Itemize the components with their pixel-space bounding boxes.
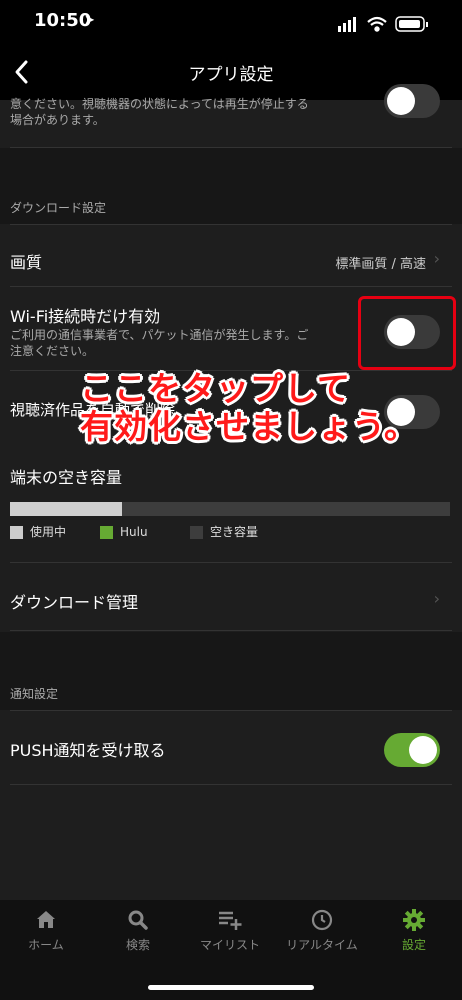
tab-label: マイリスト	[199, 938, 260, 952]
tab-home[interactable]: ホーム	[0, 908, 92, 953]
settings-content[interactable]: 意ください。視聴機器の状態によっては再生が停止する 場合があります。 ダウンロー…	[0, 84, 462, 900]
status-bar: 10:50 ➤	[0, 0, 462, 46]
status-icons	[332, 14, 442, 34]
battery-icon	[395, 16, 428, 32]
page-title: アプリ設定	[188, 65, 274, 85]
status-time: 10:50	[34, 10, 92, 31]
legend-label: 空き容量	[210, 525, 259, 539]
home-indicator	[148, 985, 314, 990]
storage-bar	[10, 502, 450, 516]
setting-row-download-manage[interactable]: ダウンロード管理 ›	[0, 563, 462, 631]
legend-label: 使用中	[30, 525, 67, 539]
legend-label: Hulu	[120, 525, 148, 539]
push-toggle[interactable]	[384, 733, 440, 767]
tab-label: リアルタイム	[286, 938, 358, 952]
setting-label: Wi-Fi接続時だけ有効	[10, 307, 161, 326]
setting-desc-line: 意ください。視聴機器の状態によっては再生が停止する	[10, 97, 309, 111]
tab-search[interactable]: 検索	[92, 908, 184, 953]
setting-row-quality[interactable]: 画質 標準画質 / 高速 ›	[0, 225, 462, 287]
home-icon	[0, 908, 92, 934]
setting-label: ダウンロード管理	[10, 593, 139, 612]
chevron-right-icon: ›	[433, 589, 440, 608]
setting-desc-line: 注意ください。	[10, 344, 95, 358]
tab-label: 設定	[401, 938, 426, 952]
setting-label: 画質	[10, 253, 43, 272]
section-header-notify: 通知設定	[0, 632, 462, 710]
setting-desc-line: ご利用の通信事業者で、パケット通信が発生します。ご	[10, 328, 309, 342]
setting-desc-line: 場合があります。	[10, 113, 105, 127]
setting-label: PUSH通知を受け取る	[10, 741, 166, 760]
annotation-line: 有効化させましょう。	[80, 407, 419, 446]
storage-label: 端末の空き容量	[10, 468, 123, 487]
gear-icon	[368, 908, 460, 934]
tab-settings[interactable]: 設定	[368, 908, 460, 953]
signal-icon	[338, 17, 356, 32]
tab-label: ホーム	[28, 938, 64, 952]
tab-realtime[interactable]: リアルタイム	[276, 908, 368, 953]
legend-swatch	[190, 526, 203, 539]
legend-swatch	[100, 526, 113, 539]
setting-row-push: PUSH通知を受け取る	[0, 711, 462, 785]
storage-used-fill	[10, 502, 123, 516]
setting-row-previous: 意ください。視聴機器の状態によっては再生が停止する 場合があります。	[0, 84, 462, 148]
storage-legend: 使用中 Hulu 空き容量	[10, 524, 450, 544]
search-icon	[92, 908, 184, 934]
highlight-box	[358, 296, 456, 370]
section-title: 通知設定	[10, 687, 59, 701]
wifi-icon	[367, 16, 387, 32]
tab-label: 検索	[125, 938, 150, 952]
chevron-right-icon: ›	[433, 249, 440, 268]
setting-value: 標準画質 / 高速	[335, 257, 426, 272]
previous-toggle[interactable]	[384, 84, 440, 118]
clock-icon	[276, 908, 368, 934]
section-title: ダウンロード設定	[10, 201, 107, 215]
playlist-add-icon	[184, 908, 276, 934]
legend-swatch	[10, 526, 23, 539]
section-header-download: ダウンロード設定	[0, 148, 462, 224]
tab-mylist[interactable]: マイリスト	[184, 908, 276, 953]
location-arrow-icon: ➤	[84, 13, 95, 28]
